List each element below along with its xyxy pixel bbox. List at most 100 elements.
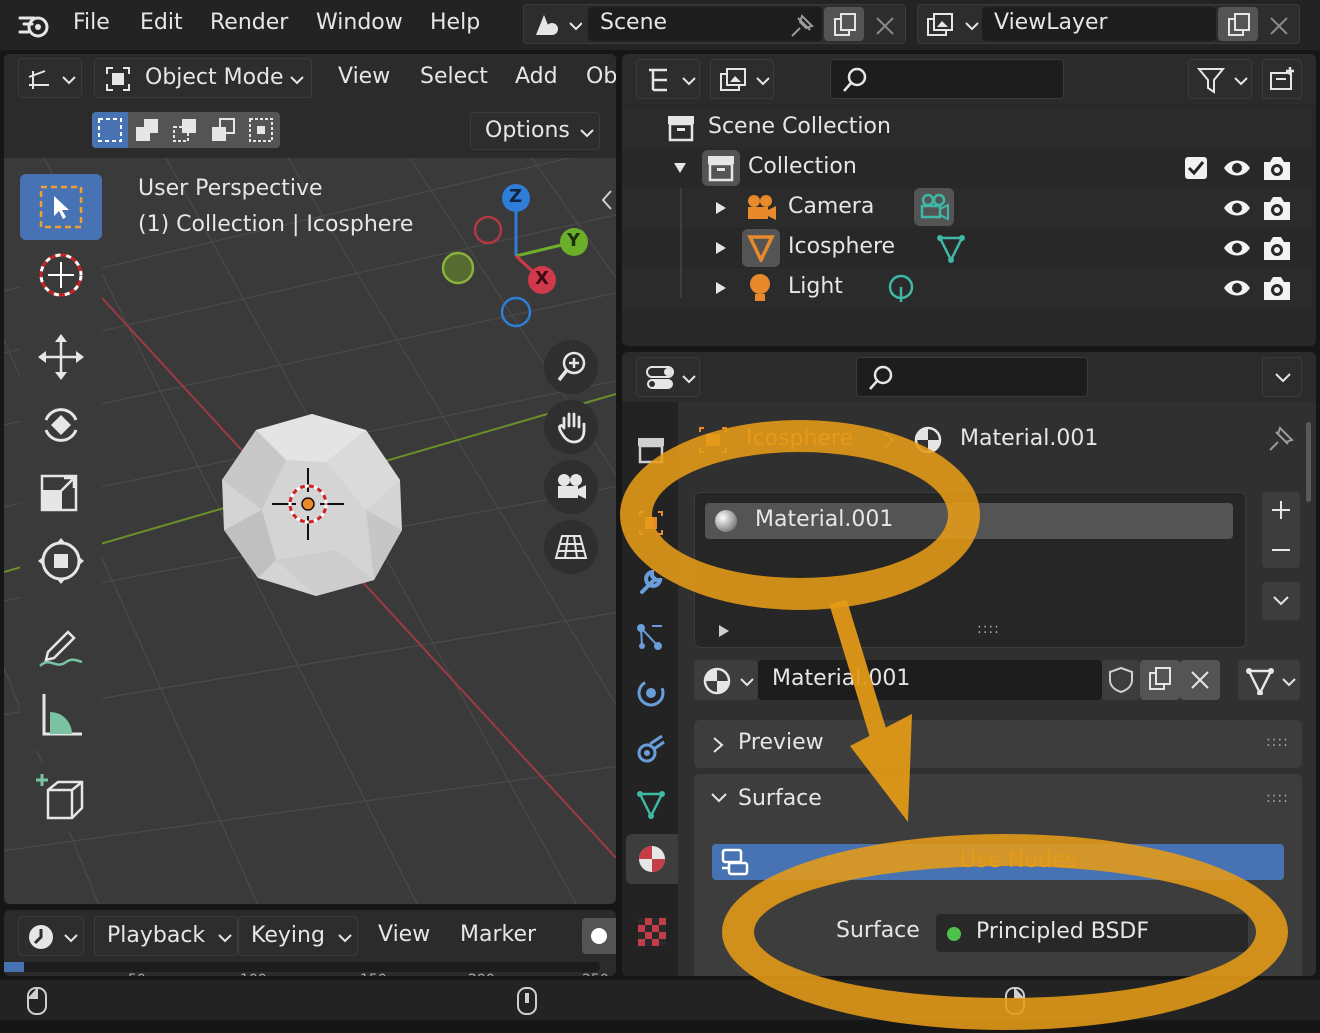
keying-menu[interactable]: Keying — [238, 916, 358, 956]
outliner-row-light[interactable]: Light — [622, 268, 1312, 308]
properties-scrollbar[interactable] — [1306, 422, 1311, 502]
render-camera-icon[interactable] — [1262, 154, 1292, 182]
playhead[interactable] — [4, 962, 24, 972]
transform-tool[interactable] — [20, 528, 102, 594]
expand-down-icon[interactable] — [672, 160, 688, 176]
material-tab[interactable] — [626, 834, 678, 884]
editor-type-button[interactable] — [18, 58, 82, 98]
properties-options-dropdown[interactable] — [1262, 357, 1302, 397]
eye-icon[interactable] — [1222, 156, 1252, 180]
menu-window[interactable]: Window — [316, 10, 403, 35]
new-viewlayer-button[interactable] — [1218, 7, 1258, 41]
close-icon[interactable] — [874, 15, 896, 37]
scene-name-field[interactable]: Scene — [588, 7, 822, 41]
new-material-button[interactable] — [1140, 660, 1180, 700]
timeline-menu-view[interactable]: View — [378, 922, 430, 947]
outliner-row-collection[interactable]: Collection — [622, 148, 1312, 188]
move-tool[interactable] — [20, 324, 102, 390]
add-icon[interactable] — [1271, 500, 1291, 520]
filter-button[interactable] — [1188, 59, 1252, 99]
remove-icon[interactable] — [1271, 540, 1291, 560]
object-data-icon[interactable] — [636, 790, 666, 820]
display-mode-button[interactable] — [710, 59, 774, 99]
expand-right-icon[interactable] — [714, 200, 728, 216]
select-extend-icon[interactable] — [134, 117, 160, 143]
outliner-search-input[interactable] — [830, 59, 1064, 99]
particles-icon[interactable] — [636, 622, 666, 652]
measure-tool[interactable] — [20, 682, 102, 748]
menu-view[interactable]: View — [338, 64, 390, 89]
select-invert-icon[interactable] — [210, 117, 236, 143]
eye-icon[interactable] — [1222, 276, 1252, 300]
select-new-button[interactable] — [92, 112, 128, 148]
outliner-row-camera[interactable]: Camera — [622, 188, 1312, 228]
preview-panel-header[interactable]: Preview :::: — [694, 720, 1302, 768]
pan-button[interactable] — [544, 400, 598, 454]
chevron-left-icon[interactable] — [600, 188, 614, 212]
camera-view-button[interactable] — [544, 460, 598, 514]
pin-icon[interactable] — [1266, 424, 1296, 454]
playback-menu[interactable]: Playback — [94, 916, 238, 956]
perspective-toggle-button[interactable] — [544, 520, 598, 574]
light-data-icon[interactable] — [886, 274, 916, 304]
render-camera-icon[interactable] — [1262, 194, 1292, 222]
options-dropdown[interactable]: Options — [470, 112, 600, 150]
annotate-tool[interactable] — [20, 614, 102, 680]
scene-icon[interactable] — [532, 11, 582, 39]
expand-right-icon[interactable] — [714, 240, 728, 256]
timeline-editor-type-button[interactable] — [18, 916, 84, 956]
camera-data-icon[interactable] — [914, 188, 954, 226]
drag-handle[interactable]: :::: — [1266, 734, 1289, 750]
select-subtract-icon[interactable] — [172, 117, 198, 143]
expand-right-icon[interactable] — [714, 280, 728, 296]
resize-handle[interactable]: :::: — [977, 621, 1000, 637]
outliner-row-scene-collection[interactable]: Scene Collection — [622, 108, 1312, 148]
menu-render[interactable]: Render — [210, 10, 288, 35]
render-camera-icon[interactable] — [1262, 234, 1292, 262]
fake-user-button[interactable] — [1102, 660, 1140, 700]
drag-handle[interactable]: :::: — [1266, 790, 1289, 806]
render-layers-icon[interactable] — [926, 11, 980, 39]
select-box-tool[interactable] — [20, 174, 102, 240]
expand-right-icon[interactable] — [717, 623, 731, 639]
eye-icon[interactable] — [1222, 236, 1252, 260]
new-scene-button[interactable] — [824, 7, 864, 41]
slot-specials-dropdown[interactable] — [1262, 582, 1300, 620]
object-mode-dropdown[interactable]: Object Mode — [94, 58, 312, 98]
outliner-editor-type-button[interactable] — [636, 59, 700, 99]
constraints-icon[interactable] — [636, 734, 666, 764]
select-intersect-icon[interactable] — [248, 117, 274, 143]
menu-add[interactable]: Add — [515, 64, 558, 89]
menu-file[interactable]: File — [73, 10, 110, 35]
menu-edit[interactable]: Edit — [140, 10, 183, 35]
outliner-row-icosphere[interactable]: Icosphere — [622, 228, 1312, 268]
timeline-menu-marker[interactable]: Marker — [460, 922, 536, 947]
properties-search-input[interactable] — [856, 357, 1088, 397]
record-button[interactable] — [582, 918, 616, 954]
zoom-button[interactable] — [544, 340, 598, 394]
menu-object[interactable]: Ob — [586, 64, 616, 89]
cursor-tool[interactable] — [20, 242, 102, 308]
menu-help[interactable]: Help — [430, 10, 480, 35]
properties-editor-type-button[interactable] — [636, 357, 700, 397]
blender-logo-icon[interactable] — [18, 10, 54, 40]
chevron-down-icon[interactable] — [710, 792, 728, 806]
viewlayer-name-field[interactable]: ViewLayer — [982, 7, 1216, 41]
exclude-checkbox[interactable] — [1184, 156, 1208, 180]
menu-select[interactable]: Select — [420, 64, 488, 89]
rotate-tool[interactable] — [20, 392, 102, 458]
3d-viewport[interactable]: Object Mode View Select Add Ob Options U… — [4, 54, 616, 904]
link-type-dropdown[interactable] — [1238, 660, 1300, 700]
add-cube-tool[interactable] — [20, 764, 102, 830]
texture-icon[interactable] — [638, 918, 666, 946]
scale-tool[interactable] — [20, 460, 102, 526]
new-collection-button[interactable] — [1262, 59, 1302, 99]
timeline-scrubber[interactable] — [20, 962, 600, 972]
physics-icon[interactable] — [636, 678, 666, 708]
mesh-data-icon[interactable] — [936, 234, 966, 264]
unlink-material-button[interactable] — [1180, 660, 1220, 700]
browse-material-button[interactable] — [694, 660, 758, 700]
eye-icon[interactable] — [1222, 196, 1252, 220]
render-camera-icon[interactable] — [1262, 274, 1292, 302]
pin-icon[interactable] — [788, 12, 816, 38]
